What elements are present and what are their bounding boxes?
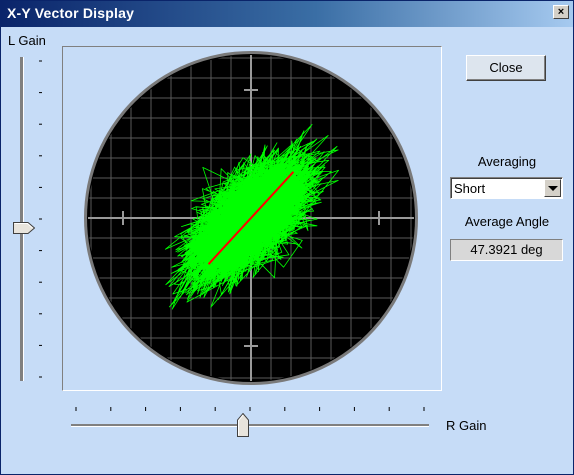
averaging-label: Averaging: [477, 154, 537, 169]
averaging-value: Short: [454, 181, 486, 196]
xy-scope: [84, 51, 418, 385]
close-window-button[interactable]: ×: [553, 5, 569, 19]
vector-display-window: X-Y Vector Display × L Gain R Gain Close…: [0, 0, 574, 475]
l-gain-label: L Gain: [8, 33, 46, 48]
r-gain-thumb[interactable]: [237, 413, 250, 437]
r-gain-label: R Gain: [446, 418, 487, 433]
window-title: X-Y Vector Display: [7, 5, 135, 21]
r-gain-ticks: [71, 407, 429, 427]
l-gain-ticks: [39, 60, 42, 378]
r-gain-slider[interactable]: [67, 399, 433, 444]
averaging-select[interactable]: Short: [450, 177, 563, 199]
l-gain-slider[interactable]: [13, 53, 43, 383]
close-button[interactable]: Close: [466, 55, 546, 81]
title-bar[interactable]: X-Y Vector Display ×: [1, 1, 573, 27]
chevron-down-icon[interactable]: [544, 179, 561, 197]
average-angle-label: Average Angle: [464, 214, 550, 229]
close-icon: ×: [557, 6, 565, 18]
xy-scope-panel: [62, 46, 442, 391]
l-gain-thumb[interactable]: [13, 222, 35, 235]
average-angle-value: 47.3921 deg: [450, 239, 563, 261]
